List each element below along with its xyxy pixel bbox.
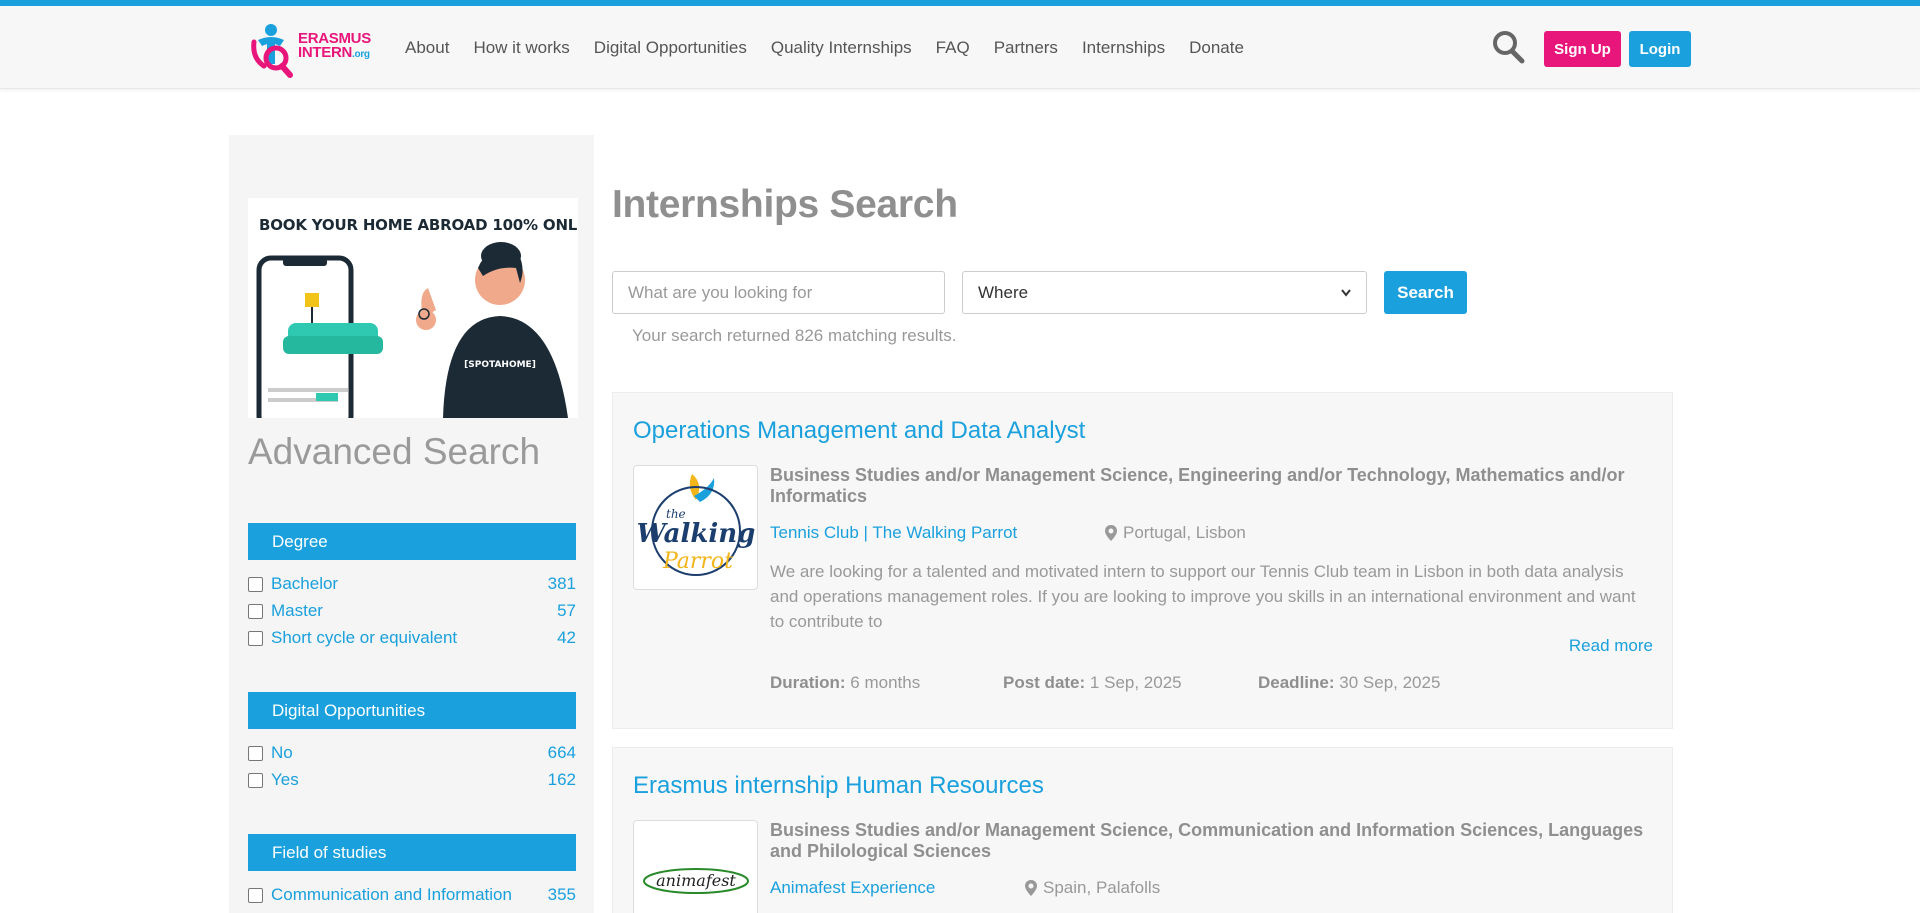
- facet-option-label[interactable]: Bachelor: [271, 574, 338, 594]
- nav-about[interactable]: About: [405, 38, 449, 58]
- company-logo[interactable]: the Walking Parrot: [633, 465, 758, 590]
- advanced-search-title: Advanced Search: [248, 431, 541, 472]
- logo-icon: [251, 24, 293, 78]
- facet-option-label[interactable]: No: [271, 743, 293, 763]
- nav-quality-internships[interactable]: Quality Internships: [771, 38, 912, 58]
- facet-option-master[interactable]: Master 57: [248, 600, 576, 622]
- read-more-link[interactable]: Read more: [1569, 636, 1653, 656]
- result-city: Palafolls: [1095, 878, 1161, 897]
- result-location: Portugal, Lisbon: [1104, 523, 1246, 543]
- main-nav: About How it works Digital Opportunities…: [393, 6, 1256, 89]
- facet-option-count: 57: [557, 601, 576, 620]
- facet-option-yes[interactable]: Yes 162: [248, 769, 576, 791]
- result-post-date: Post date: 1 Sep, 2025: [1003, 673, 1182, 692]
- ad-illustration: [SPOTAHOME]: [256, 242, 568, 418]
- nav-how-it-works[interactable]: How it works: [473, 38, 569, 58]
- result-city: Lisbon: [1195, 523, 1246, 542]
- checkbox[interactable]: [248, 576, 263, 592]
- ad-banner[interactable]: BOOK YOUR HOME ABROAD 100% ONLINE [SPOTA…: [248, 198, 578, 418]
- nav-faq[interactable]: FAQ: [936, 38, 970, 58]
- company-logo[interactable]: animafest: [633, 820, 758, 913]
- result-country: Portugal,: [1123, 523, 1192, 542]
- result-country: Spain,: [1043, 878, 1092, 897]
- search-icon[interactable]: [1492, 30, 1526, 66]
- facet-option-no[interactable]: No 664: [248, 742, 576, 764]
- result-card: Operations Management and Data Analyst t…: [612, 392, 1673, 729]
- facet-option-count: 355: [547, 885, 576, 904]
- signup-button[interactable]: Sign Up: [1544, 31, 1621, 67]
- facet-option-count: 42: [557, 628, 576, 647]
- facet-option-count: 162: [547, 770, 576, 789]
- where-select-value: Where: [978, 282, 1029, 302]
- result-title[interactable]: Operations Management and Data Analyst: [633, 417, 1085, 445]
- logo-wordmark: ERASMUS INTERN.org: [298, 30, 371, 61]
- facet-option-count: 664: [547, 743, 576, 762]
- sidebar: BOOK YOUR HOME ABROAD 100% ONLINE [SPOTA…: [229, 135, 594, 913]
- result-deadline: Deadline: 30 Sep, 2025: [1258, 673, 1441, 692]
- facet-header-field-of-studies[interactable]: Field of studies: [248, 834, 576, 871]
- facet-option-label[interactable]: Communication and Information: [271, 885, 512, 905]
- checkbox[interactable]: [248, 603, 263, 619]
- checkbox[interactable]: [248, 745, 263, 761]
- where-select[interactable]: Where: [962, 271, 1367, 314]
- page-title: Internships Search: [612, 183, 958, 226]
- checkbox[interactable]: [248, 630, 263, 646]
- result-location: Spain, Palafolls: [1024, 878, 1160, 898]
- result-description: We are looking for a talented and motiva…: [770, 562, 1636, 631]
- checkbox[interactable]: [248, 887, 263, 903]
- ad-brand: [SPOTAHOME]: [464, 360, 536, 370]
- login-button[interactable]: Login: [1629, 31, 1691, 67]
- result-fields: Business Studies and/or Management Scien…: [770, 820, 1644, 861]
- result-duration: Duration: 6 months: [770, 673, 921, 692]
- svg-text:Walking: Walking: [637, 519, 756, 549]
- site-header: ERASMUS INTERN.org About How it works Di…: [0, 6, 1920, 89]
- facet-option-short-cycle[interactable]: Short cycle or equivalent 42: [248, 627, 576, 649]
- facet-option-label[interactable]: Master: [271, 601, 323, 621]
- result-fields: Business Studies and/or Management Scien…: [770, 465, 1625, 506]
- facet-header-degree[interactable]: Degree: [248, 523, 576, 560]
- nav-internships[interactable]: Internships: [1082, 38, 1165, 58]
- chevron-down-icon: [1341, 289, 1351, 297]
- svg-text:animafest: animafest: [656, 871, 736, 890]
- search-button[interactable]: Search: [1384, 271, 1467, 314]
- svg-text:Parrot: Parrot: [662, 549, 733, 574]
- map-pin-icon: [1105, 525, 1117, 541]
- facet-option-communication[interactable]: Communication and Information 355: [248, 884, 576, 906]
- result-card: Erasmus internship Human Resources anima…: [612, 747, 1673, 913]
- result-company[interactable]: Animafest Experience: [770, 878, 935, 898]
- nav-partners[interactable]: Partners: [994, 38, 1058, 58]
- site-logo[interactable]: ERASMUS INTERN.org: [250, 20, 372, 78]
- result-count: Your search returned 826 matching result…: [632, 326, 957, 345]
- facet-header-digital-opportunities[interactable]: Digital Opportunities: [248, 692, 576, 729]
- facet-option-count: 381: [547, 574, 576, 593]
- result-company[interactable]: Tennis Club | The Walking Parrot: [770, 523, 1017, 543]
- result-title[interactable]: Erasmus internship Human Resources: [633, 772, 1044, 800]
- nav-donate[interactable]: Donate: [1189, 38, 1244, 58]
- facet-option-bachelor[interactable]: Bachelor 381: [248, 573, 576, 595]
- nav-digital-opportunities[interactable]: Digital Opportunities: [594, 38, 747, 58]
- facet-option-label[interactable]: Short cycle or equivalent: [271, 628, 457, 648]
- facet-option-label[interactable]: Yes: [271, 770, 299, 790]
- checkbox[interactable]: [248, 772, 263, 788]
- map-pin-icon: [1025, 880, 1037, 896]
- search-input[interactable]: [612, 271, 945, 314]
